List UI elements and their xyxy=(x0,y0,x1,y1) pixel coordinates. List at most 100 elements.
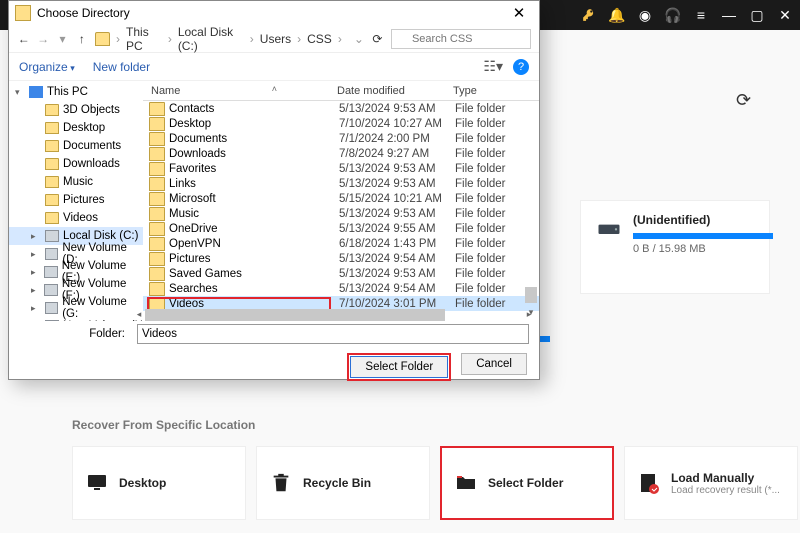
disc-icon[interactable]: ◉ xyxy=(636,6,654,24)
tree-item[interactable]: Documents xyxy=(9,137,143,155)
folder-icon xyxy=(149,192,165,206)
list-item[interactable]: Music5/13/2024 9:53 AMFile folder xyxy=(143,206,539,221)
tree-item[interactable]: ▸New Volume (G: xyxy=(9,299,143,317)
up-icon[interactable]: ↑ xyxy=(75,32,88,46)
folder-icon xyxy=(149,117,165,131)
tree-item[interactable]: 3D Objects xyxy=(9,101,143,119)
file-type: File folder xyxy=(455,163,506,175)
folder-icon xyxy=(45,176,59,188)
breadcrumb[interactable]: This PC xyxy=(126,25,162,53)
card-subtitle: Load recovery result (*... xyxy=(671,485,780,496)
file-type: File folder xyxy=(455,223,506,235)
refresh-icon[interactable]: ⟳ xyxy=(370,32,385,46)
scrollbar-thumb[interactable] xyxy=(525,287,537,303)
tree-item[interactable]: Videos xyxy=(9,209,143,227)
organize-menu[interactable]: Organize xyxy=(19,60,75,74)
chevron-icon: ▸ xyxy=(31,285,40,296)
tree-item[interactable]: Music xyxy=(9,173,143,191)
folder-icon xyxy=(454,471,478,495)
list-item[interactable]: Favorites5/13/2024 9:53 AMFile folder xyxy=(143,161,539,176)
card-select-folder[interactable]: Select Folder xyxy=(440,446,614,520)
help-icon[interactable]: ? xyxy=(513,59,529,75)
card-desktop[interactable]: Desktop xyxy=(72,446,246,520)
list-item[interactable]: Microsoft5/15/2024 10:21 AMFile folder xyxy=(143,191,539,206)
tree-item[interactable]: ▾This PC xyxy=(9,83,143,101)
list-item[interactable]: Desktop7/10/2024 10:27 AMFile folder xyxy=(143,116,539,131)
file-type: File folder xyxy=(455,208,506,220)
list-item[interactable]: Links5/13/2024 9:53 AMFile folder xyxy=(143,176,539,191)
tree-item[interactable]: Downloads xyxy=(9,155,143,173)
scrollbar-horizontal[interactable]: ◂ ▸ xyxy=(145,309,523,321)
refresh-icon[interactable]: ⟳ xyxy=(736,90,760,114)
dialog-titlebar: Choose Directory ✕ xyxy=(9,1,539,25)
search-input[interactable] xyxy=(391,29,531,49)
file-date: 5/13/2024 9:53 AM xyxy=(339,268,455,280)
col-name[interactable]: Name xyxy=(151,85,180,97)
scroll-right-icon[interactable]: ▸ xyxy=(523,309,535,321)
folder-icon xyxy=(149,222,165,236)
chevron-icon: ▸ xyxy=(31,267,40,278)
folder-icon xyxy=(149,237,165,251)
drive-name: (Unidentified) xyxy=(633,213,773,227)
scrollbar-thumb[interactable] xyxy=(145,309,445,321)
key-icon[interactable] xyxy=(580,6,598,24)
tree-item[interactable]: Desktop xyxy=(9,119,143,137)
file-name: Contacts xyxy=(169,103,339,115)
new-folder-button[interactable]: New folder xyxy=(93,60,150,74)
tree-item[interactable]: Pictures xyxy=(9,191,143,209)
col-type[interactable]: Type xyxy=(453,85,539,97)
scroll-left-icon[interactable]: ◂ xyxy=(133,309,145,321)
folder-input[interactable] xyxy=(137,324,529,344)
file-name: OneDrive xyxy=(169,223,339,235)
list-header[interactable]: Name ˄ Date modified Type xyxy=(143,81,539,101)
tree-label: Local Disk (C:) xyxy=(63,230,138,242)
cancel-button[interactable]: Cancel xyxy=(461,353,527,375)
folder-icon xyxy=(95,32,110,46)
list-rows[interactable]: Contacts5/13/2024 9:53 AMFile folderDesk… xyxy=(143,101,539,311)
breadcrumb[interactable]: CSS xyxy=(307,32,332,46)
folder-icon xyxy=(149,252,165,266)
menu-icon[interactable]: ≡ xyxy=(692,6,710,24)
file-name: Documents xyxy=(169,133,339,145)
list-item[interactable]: Contacts5/13/2024 9:53 AMFile folder xyxy=(143,101,539,116)
close-icon[interactable]: ✕ xyxy=(505,4,533,22)
drive-icon xyxy=(44,284,57,296)
drive-card-unidentified[interactable]: (Unidentified) 0 B / 15.98 MB xyxy=(580,200,770,294)
chevron-down-icon[interactable]: ⌄ xyxy=(354,32,364,46)
card-load-manually[interactable]: Load Manually Load recovery result (*... xyxy=(624,446,798,520)
tree-label: Documents xyxy=(63,140,121,152)
list-item[interactable]: OneDrive5/13/2024 9:55 AMFile folder xyxy=(143,221,539,236)
maximize-icon[interactable]: ▢ xyxy=(748,6,766,24)
col-date[interactable]: Date modified xyxy=(337,85,453,97)
scrollbar-vertical[interactable]: ▾ xyxy=(525,103,537,311)
list-item[interactable]: Saved Games5/13/2024 9:53 AMFile folder xyxy=(143,266,539,281)
breadcrumb[interactable]: Users xyxy=(260,32,291,46)
minimize-icon[interactable]: — xyxy=(720,6,738,24)
list-item[interactable]: Downloads7/8/2024 9:27 AMFile folder xyxy=(143,146,539,161)
nav-tree[interactable]: ▾This PC3D ObjectsDesktop Documents Downlo… xyxy=(9,81,143,321)
file-name: OpenVPN xyxy=(169,238,339,250)
bell-icon[interactable]: 🔔 xyxy=(608,6,626,24)
folder-label: Folder: xyxy=(19,328,129,340)
folder-icon xyxy=(45,122,59,134)
recent-icon[interactable]: ▾ xyxy=(56,32,69,46)
list-item[interactable]: OpenVPN6/18/2024 1:43 PMFile folder xyxy=(143,236,539,251)
dialog-nav: ← → ▾ ↑ › This PC › Local Disk (C:) › Us… xyxy=(9,25,539,53)
sort-icon: ˄ xyxy=(272,84,277,94)
view-icon[interactable]: ☷▾ xyxy=(483,58,503,75)
file-date: 5/13/2024 9:54 AM xyxy=(339,283,455,295)
headphones-icon[interactable]: 🎧 xyxy=(664,6,682,24)
folder-icon xyxy=(149,177,165,191)
list-item[interactable]: Pictures5/13/2024 9:54 AMFile folder xyxy=(143,251,539,266)
list-item[interactable]: Documents7/1/2024 2:00 PMFile folder xyxy=(143,131,539,146)
forward-icon[interactable]: → xyxy=(36,32,49,46)
select-folder-button[interactable]: Select Folder xyxy=(350,356,448,378)
list-item[interactable]: Searches5/13/2024 9:54 AMFile folder xyxy=(143,281,539,296)
tree-label: Pictures xyxy=(63,194,105,206)
breadcrumb[interactable]: Local Disk (C:) xyxy=(178,25,244,53)
card-recycle-bin[interactable]: Recycle Bin xyxy=(256,446,430,520)
trash-icon xyxy=(269,471,293,495)
back-icon[interactable]: ← xyxy=(17,32,30,46)
tree-label: New Volume (H xyxy=(63,320,143,321)
close-icon[interactable]: ✕ xyxy=(776,6,794,24)
